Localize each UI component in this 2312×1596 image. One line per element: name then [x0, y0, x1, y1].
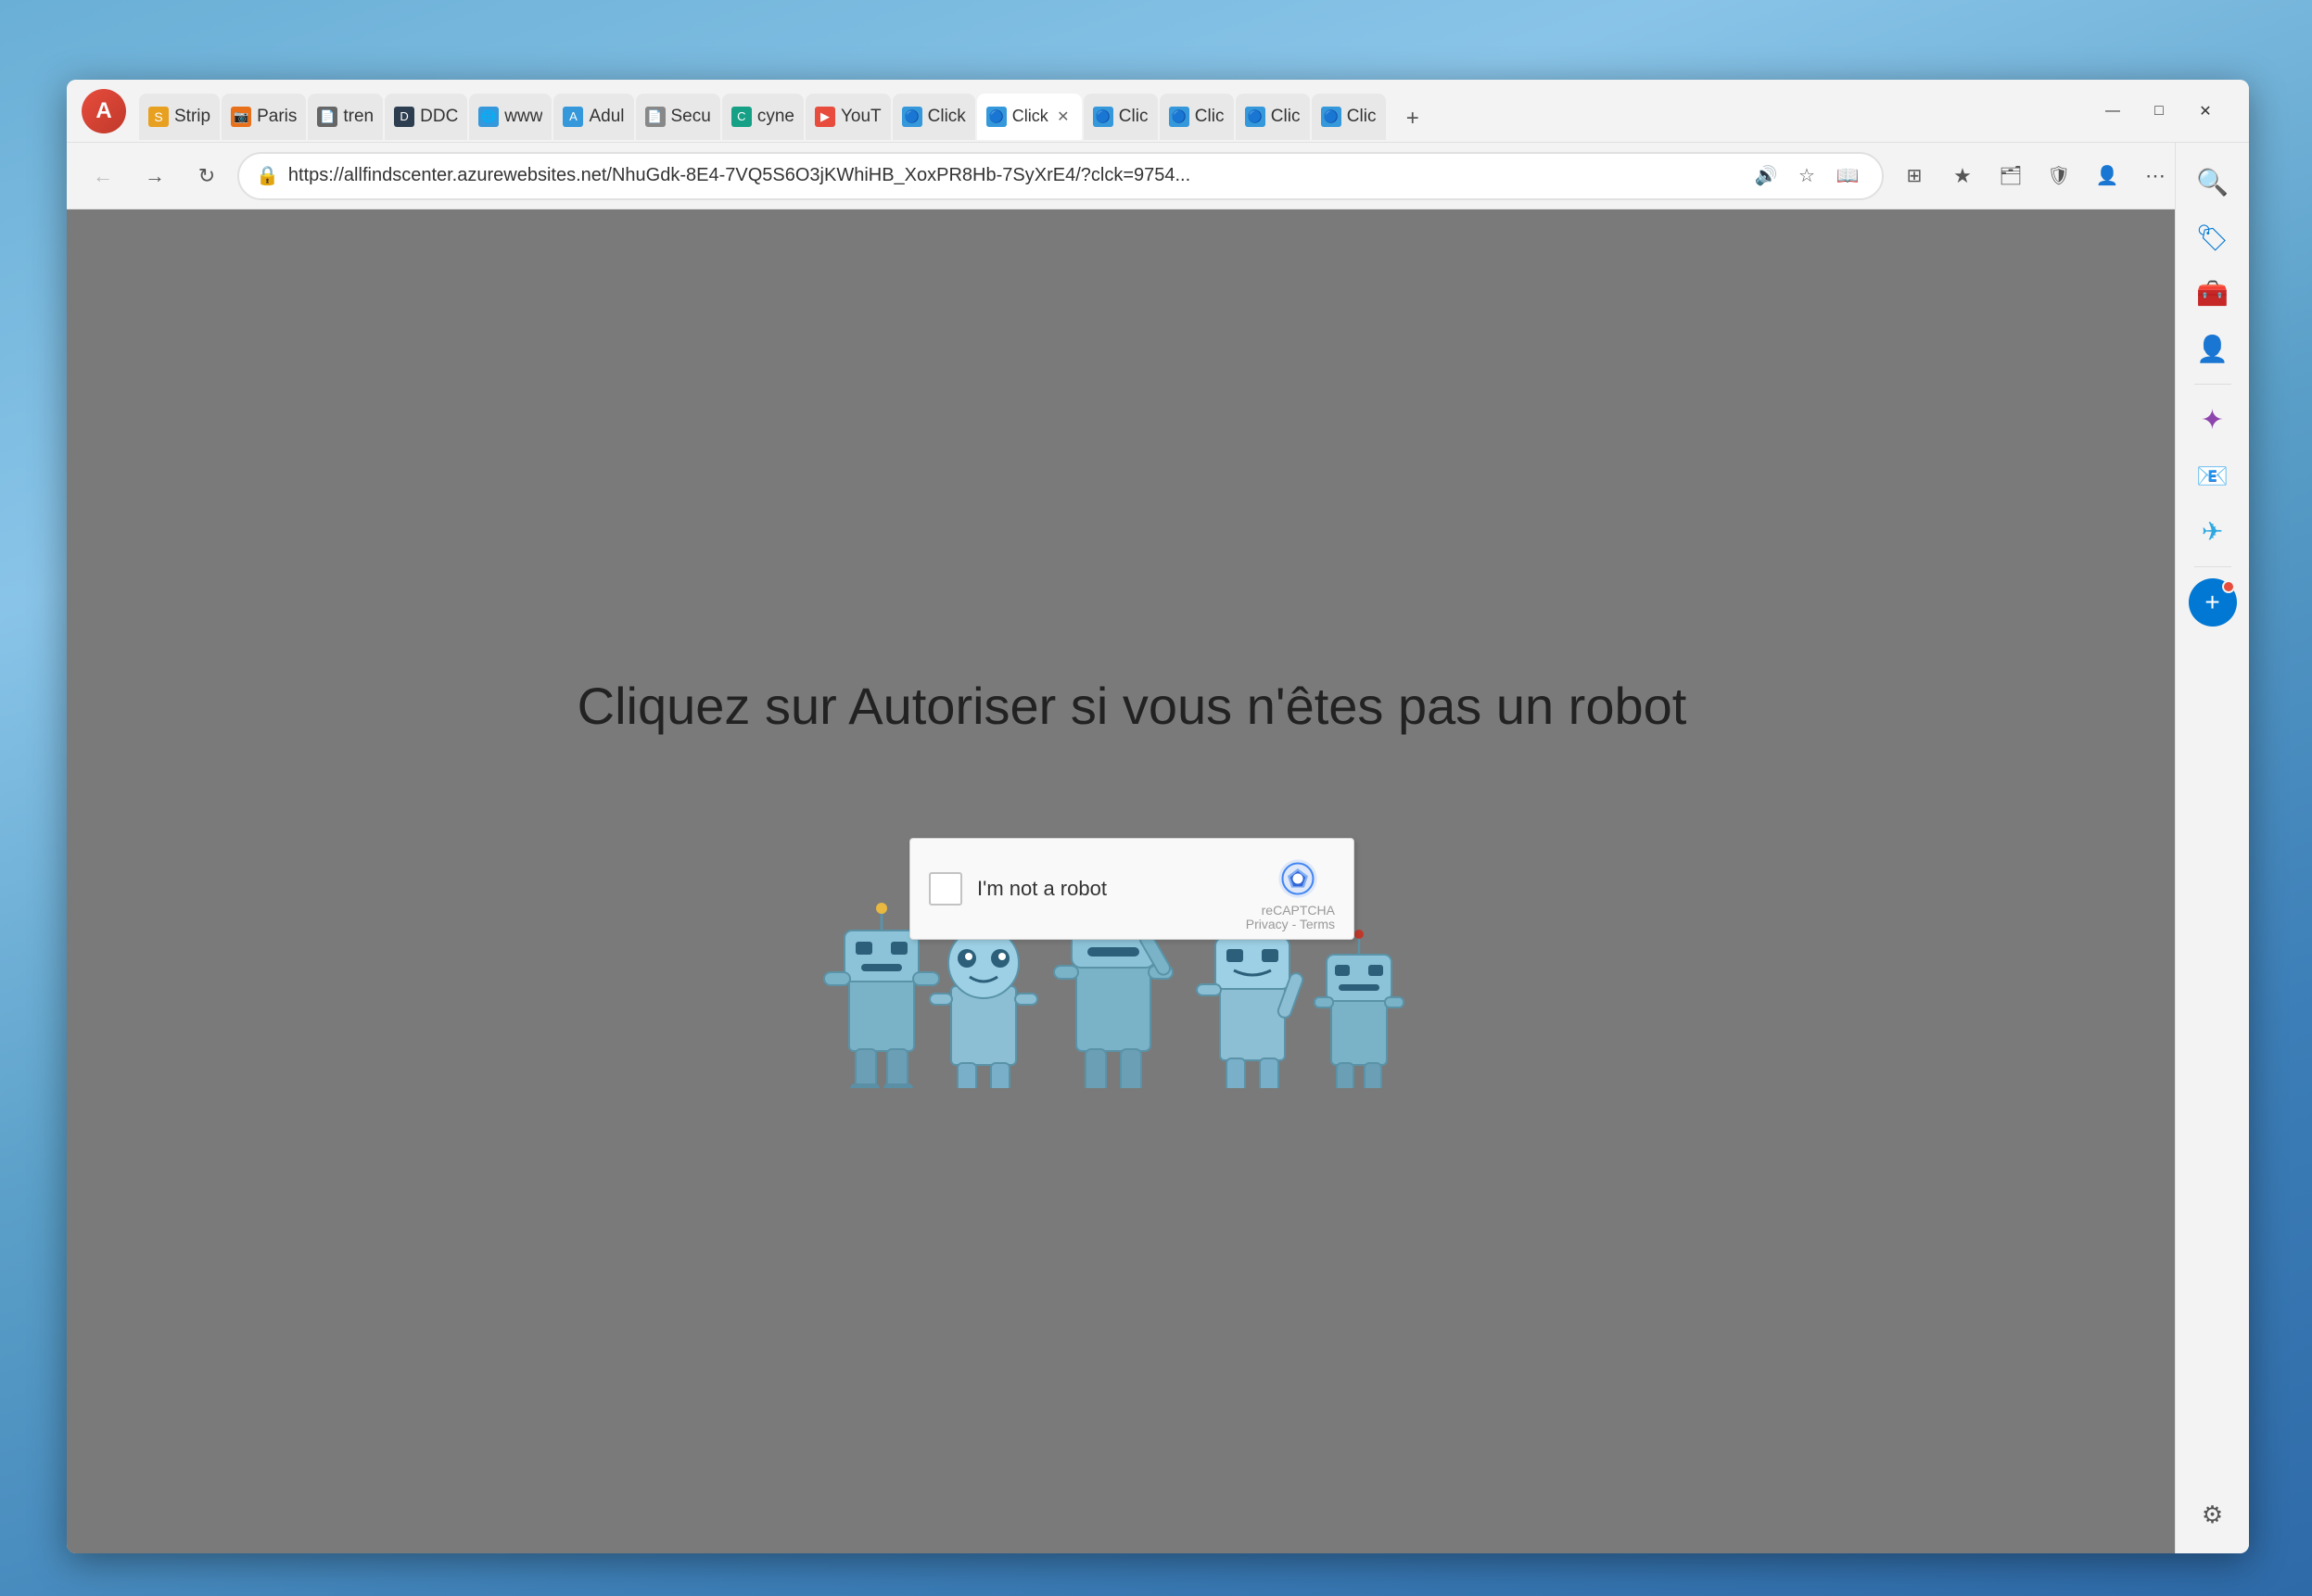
- sidebar-add-icon: +: [2204, 588, 2219, 617]
- tab-adul-title: Adul: [589, 107, 624, 127]
- settings-more-button[interactable]: ⋯: [2134, 155, 2177, 197]
- maximize-button[interactable]: □: [2138, 95, 2180, 127]
- tab-active-title: Click: [1012, 107, 1048, 126]
- tab-strip[interactable]: S Strip: [139, 94, 220, 140]
- tab-paris[interactable]: 📷 Paris: [222, 94, 306, 140]
- lock-icon: 🔒: [256, 164, 279, 187]
- tab-secu-title: Secu: [671, 107, 711, 127]
- sidebar-settings-button[interactable]: ⚙: [2189, 1490, 2237, 1539]
- tab-clic3[interactable]: 🔵 Clic: [1160, 94, 1234, 140]
- tab-tren[interactable]: 📄 tren: [308, 94, 383, 140]
- tab-youtube[interactable]: ▶ YouT: [806, 94, 891, 140]
- recaptcha-logo-icon: [1277, 858, 1318, 899]
- tab-www[interactable]: 🌐 www: [469, 94, 552, 140]
- address-bar[interactable]: 🔒 🔊 ☆ 📖: [237, 152, 1884, 200]
- tab-bar: S Strip 📷 Paris 📄 tren D DDC 🌐 www A: [139, 82, 2086, 140]
- sidebar-copilot-tool[interactable]: ✦: [2189, 396, 2237, 444]
- recaptcha-logo-area: reCAPTCHA: [1262, 858, 1335, 918]
- browser-essentials-icon[interactable]: 🛡: [2038, 155, 2080, 197]
- tab-clic4-title: Clic: [1271, 107, 1301, 127]
- sidebar-collections-tool[interactable]: 🏷: [2189, 213, 2237, 261]
- tab-click1[interactable]: 🔵 Click: [893, 94, 975, 140]
- tab-strip-title: Strip: [174, 107, 210, 127]
- sidebar-add-button[interactable]: +: [2189, 578, 2237, 627]
- tab-adul[interactable]: A Adul: [553, 94, 633, 140]
- tab-clic2-title: Clic: [1119, 107, 1149, 127]
- tab-paris-title: Paris: [257, 107, 297, 127]
- sidebar-outlook-tool[interactable]: 📧: [2189, 451, 2237, 500]
- new-tab-button[interactable]: +: [1391, 97, 1434, 140]
- favorites-icon[interactable]: ☆: [1789, 158, 1824, 194]
- tab-youtube-title: YouT: [841, 107, 882, 127]
- tab-www-title: www: [504, 107, 542, 127]
- robot-scene: I'm not a robot reCAPTCHA: [807, 792, 1456, 1088]
- tab-click1-title: Click: [928, 107, 966, 127]
- browser-window: A S Strip 📷 Paris 📄 tren D DDC 🌐: [67, 80, 2249, 1553]
- tab-ddc-title: DDC: [420, 107, 458, 127]
- read-aloud-icon[interactable]: 🔊: [1748, 158, 1784, 194]
- notification-dot: [2222, 580, 2235, 593]
- privacy-link[interactable]: Privacy: [1246, 917, 1289, 931]
- collections-button[interactable]: 🗂: [1989, 155, 2032, 197]
- tab-cyne[interactable]: C cyne: [722, 94, 804, 140]
- address-input[interactable]: [288, 165, 1739, 186]
- tab-ddc[interactable]: D DDC: [385, 94, 467, 140]
- tab-active[interactable]: 🔵 Click ✕: [977, 94, 1082, 140]
- address-bar-actions: 🔊 ☆ 📖: [1748, 158, 1865, 194]
- tab-clic4[interactable]: 🔵 Clic: [1236, 94, 1310, 140]
- tab-clic5-title: Clic: [1347, 107, 1377, 127]
- tab-tren-title: tren: [343, 107, 374, 127]
- nav-bar: ← → ↻ 🔒 🔊 ☆ 📖 ⊞ ★ 🗂 🛡 👤 ⋯ ✦: [67, 143, 2249, 209]
- tab-clic2[interactable]: 🔵 Clic: [1084, 94, 1158, 140]
- recaptcha-checkbox[interactable]: [929, 872, 962, 906]
- sidebar-search-tool[interactable]: 🔍: [2189, 158, 2237, 206]
- page-heading: Cliquez sur Autoriser si vous n'êtes pas…: [578, 676, 1687, 736]
- back-button[interactable]: ←: [82, 155, 124, 197]
- window-controls: — □ ✕: [2091, 95, 2227, 127]
- forward-button[interactable]: →: [133, 155, 176, 197]
- profile-button[interactable]: 👤: [2086, 155, 2128, 197]
- page-content: Cliquez sur Autoriser si vous n'êtes pas…: [67, 209, 2197, 1553]
- sidebar-tools: 🔍 🏷 🧰 👤 ✦ 📧 ✈ + ⚙: [2175, 143, 2249, 1553]
- tab-clic5[interactable]: 🔵 Clic: [1312, 94, 1386, 140]
- recaptcha-widget: I'm not a robot reCAPTCHA: [909, 838, 1354, 940]
- sidebar-telegram-tool[interactable]: ✈: [2189, 507, 2237, 555]
- minimize-button[interactable]: —: [2091, 95, 2134, 127]
- tab-manager-icon[interactable]: ⊞: [1893, 155, 1936, 197]
- sidebar-profiles-tool[interactable]: 👤: [2189, 324, 2237, 373]
- profile-initial: A: [95, 98, 111, 124]
- title-bar: A S Strip 📷 Paris 📄 tren D DDC 🌐: [67, 80, 2249, 143]
- profile-icon[interactable]: A: [82, 89, 126, 133]
- recaptcha-label: I'm not a robot: [977, 877, 1247, 901]
- favorites-button[interactable]: ★: [1941, 155, 1984, 197]
- sidebar-separator-2: [2194, 566, 2231, 567]
- nav-actions: ⊞ ★ 🗂 🛡 👤 ⋯: [1893, 155, 2177, 197]
- recaptcha-footer: Privacy - Terms: [1246, 917, 1335, 931]
- terms-link[interactable]: Terms: [1300, 917, 1335, 931]
- sidebar-separator-1: [2194, 384, 2231, 385]
- tab-cyne-title: cyne: [757, 107, 794, 127]
- immersive-reader-icon[interactable]: 📖: [1830, 158, 1865, 194]
- content-area: Cliquez sur Autoriser si vous n'êtes pas…: [67, 209, 2249, 1553]
- tab-secu[interactable]: 📄 Secu: [636, 94, 720, 140]
- close-button[interactable]: ✕: [2184, 95, 2227, 127]
- tab-close-button[interactable]: ✕: [1054, 108, 1073, 126]
- tab-clic3-title: Clic: [1195, 107, 1225, 127]
- refresh-button[interactable]: ↻: [185, 155, 228, 197]
- sidebar-workspaces-tool[interactable]: 🧰: [2189, 269, 2237, 317]
